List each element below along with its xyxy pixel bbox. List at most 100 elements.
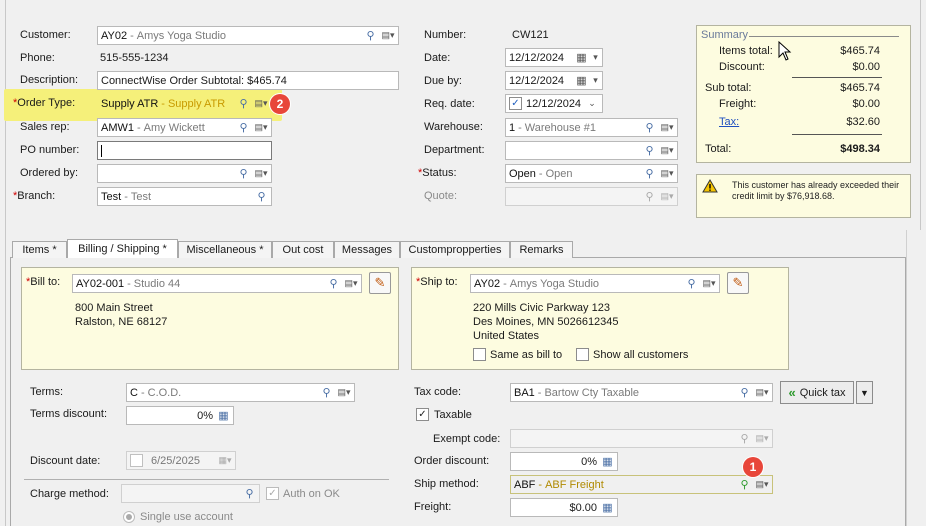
department-field[interactable]: ⚲ ▤▾ bbox=[505, 141, 678, 160]
tax-code-field[interactable]: BA1 - Bartow Cty Taxable ⚲ ▤▾ bbox=[510, 383, 773, 402]
exempt-code-field[interactable]: ⚲ ▤▾ bbox=[510, 429, 773, 448]
double-chevron-left-icon: « bbox=[788, 385, 796, 400]
items-total-value: $465.74 bbox=[840, 45, 880, 57]
items-total-label: Items total: bbox=[719, 45, 773, 57]
auth-on-ok-checkbox[interactable]: ✓ Auth on OK bbox=[266, 487, 340, 500]
terms-field[interactable]: C - C.O.D. ⚲ ▤▾ bbox=[126, 383, 355, 402]
search-icon[interactable]: ⚲ bbox=[737, 385, 752, 400]
customer-field[interactable]: AY02 - Amys Yoga Studio ⚲ ▤▾ bbox=[97, 26, 399, 45]
edit-bill-to-pencil-icon[interactable]: ✎ bbox=[369, 272, 391, 294]
chevron-down-icon[interactable]: ▾ bbox=[591, 50, 600, 65]
quote-field[interactable]: ⚲ ▤▾ bbox=[505, 187, 678, 206]
charge-method-label: Charge method: bbox=[30, 488, 109, 500]
menu-dropdown-icon[interactable]: ▤▾ bbox=[253, 96, 269, 111]
po-number-input[interactable] bbox=[97, 141, 272, 160]
search-icon[interactable]: ⚲ bbox=[642, 143, 657, 158]
branch-field[interactable]: Test - Test ⚲ bbox=[97, 187, 272, 206]
status-field[interactable]: Open - Open ⚲ ▤▾ bbox=[505, 164, 678, 183]
tab-miscellaneous[interactable]: Miscellaneous * bbox=[178, 241, 272, 258]
menu-dropdown-icon[interactable]: ▤▾ bbox=[701, 276, 717, 291]
description-value: ConnectWise Order Subtotal: $465.74 bbox=[101, 74, 287, 87]
req-date-checkbox[interactable]: ✓ bbox=[509, 97, 522, 110]
menu-dropdown-icon[interactable]: ▤▾ bbox=[754, 477, 770, 492]
discount-value: $0.00 bbox=[852, 61, 880, 73]
quick-tax-button[interactable]: « Quick tax bbox=[780, 381, 854, 404]
quick-tax-dropdown[interactable]: ▼ bbox=[856, 381, 873, 404]
search-icon[interactable]: ⚲ bbox=[319, 385, 334, 400]
tab-out-cost[interactable]: Out cost bbox=[272, 241, 334, 258]
taxable-checkbox[interactable]: ✓ Taxable bbox=[416, 408, 472, 421]
search-icon[interactable]: ⚲ bbox=[236, 166, 251, 181]
menu-dropdown-icon[interactable]: ▤▾ bbox=[253, 166, 269, 181]
req-date-label: Req. date: bbox=[424, 98, 475, 110]
sales-rep-field[interactable]: AMW1 - Amy Wickett ⚲ ▤▾ bbox=[97, 118, 272, 137]
warehouse-field[interactable]: 1 - Warehouse #1 ⚲ ▤▾ bbox=[505, 118, 678, 137]
warning-icon bbox=[702, 179, 718, 196]
tab-items[interactable]: Items * bbox=[12, 241, 67, 258]
freight-label: Freight: bbox=[414, 501, 452, 513]
same-as-bill-checkbox[interactable]: Same as bill to bbox=[473, 348, 562, 361]
order-type-code: Supply ATR bbox=[101, 97, 159, 110]
show-all-customers-checkbox[interactable]: Show all customers bbox=[576, 348, 688, 361]
search-icon[interactable]: ⚲ bbox=[684, 276, 699, 291]
tab-billing-shipping[interactable]: Billing / Shipping * bbox=[67, 239, 178, 258]
menu-dropdown-icon[interactable]: ▤▾ bbox=[336, 385, 352, 400]
menu-dropdown-icon[interactable]: ▤▾ bbox=[659, 166, 675, 181]
search-icon[interactable]: ⚲ bbox=[254, 189, 269, 204]
chevron-down-icon[interactable]: ⌄ bbox=[584, 96, 600, 111]
calculator-icon[interactable]: ▦ bbox=[600, 454, 615, 469]
calculator-icon[interactable]: ▦ bbox=[600, 500, 615, 515]
search-icon[interactable]: ⚲ bbox=[242, 486, 257, 501]
terms-label: Terms: bbox=[30, 386, 63, 398]
menu-dropdown-icon[interactable]: ▤▾ bbox=[343, 276, 359, 291]
number-label: Number: bbox=[424, 29, 467, 41]
menu-dropdown-icon[interactable]: ▤▾ bbox=[380, 28, 396, 43]
discount-date-field[interactable]: 6/25/2025 ▦▾ bbox=[126, 451, 236, 470]
total-value: $498.34 bbox=[840, 143, 880, 155]
sub-total-label: Sub total: bbox=[705, 82, 752, 94]
bill-to-field[interactable]: AY02-001 - Studio 44 ⚲ ▤▾ bbox=[72, 274, 362, 293]
vertical-scrollbar[interactable] bbox=[906, 230, 921, 526]
search-icon[interactable]: ⚲ bbox=[236, 96, 251, 111]
order-type-field[interactable]: Supply ATR - Supply ATR ⚲ ▤▾ bbox=[97, 94, 272, 113]
tax-code-label: Tax code: bbox=[414, 386, 462, 398]
department-label: Department: bbox=[424, 144, 485, 156]
edit-ship-to-pencil-icon[interactable]: ✎ bbox=[727, 272, 749, 294]
tab-remarks[interactable]: Remarks bbox=[510, 241, 573, 258]
menu-dropdown-icon[interactable]: ▤▾ bbox=[659, 120, 675, 135]
ship-to-field[interactable]: AY02 - Amys Yoga Studio ⚲ ▤▾ bbox=[470, 274, 720, 293]
ship-method-field[interactable]: ABF - ABF Freight ⚲ ▤▾ bbox=[510, 475, 773, 494]
search-icon[interactable]: ⚲ bbox=[236, 120, 251, 135]
description-field[interactable]: ConnectWise Order Subtotal: $465.74 bbox=[97, 71, 399, 90]
menu-dropdown-icon[interactable]: ▤▾ bbox=[253, 120, 269, 135]
req-date-field[interactable]: ✓ 12/12/2024 ⌄ bbox=[505, 94, 603, 113]
search-icon[interactable]: ⚲ bbox=[326, 276, 341, 291]
due-by-field[interactable]: 12/12/2024 ▦ ▾ bbox=[505, 71, 603, 90]
tax-link[interactable]: Tax: bbox=[719, 116, 739, 128]
search-icon[interactable]: ⚲ bbox=[642, 166, 657, 181]
search-icon[interactable]: ⚲ bbox=[642, 120, 657, 135]
terms-discount-field[interactable]: 0% ▦ bbox=[126, 406, 234, 425]
menu-dropdown-icon[interactable]: ▤▾ bbox=[754, 385, 770, 400]
date-field[interactable]: 12/12/2024 ▦ ▾ bbox=[505, 48, 603, 67]
ordered-by-field[interactable]: ⚲ ▤▾ bbox=[97, 164, 272, 183]
tab-messages[interactable]: Messages bbox=[334, 241, 400, 258]
calculator-icon[interactable]: ▦ bbox=[216, 408, 231, 423]
freight-field[interactable]: $0.00 ▦ bbox=[510, 498, 618, 517]
customer-label: Customer: bbox=[20, 29, 71, 41]
charge-method-field[interactable]: ⚲ bbox=[121, 484, 260, 503]
chevron-down-icon[interactable]: ▾ bbox=[591, 73, 600, 88]
tab-custompropperties[interactable]: Custompropperties bbox=[400, 241, 510, 258]
order-discount-field[interactable]: 0% ▦ bbox=[510, 452, 618, 471]
menu-dropdown-icon[interactable]: ▤▾ bbox=[659, 143, 675, 158]
discount-date-checkbox[interactable] bbox=[130, 454, 143, 467]
calendar-icon[interactable]: ▦ bbox=[574, 50, 589, 65]
warehouse-label: Warehouse: bbox=[424, 121, 483, 133]
credit-warning: This customer has already exceeded their… bbox=[696, 174, 911, 218]
search-icon[interactable]: ⚲ bbox=[363, 28, 378, 43]
warning-text: This customer has already exceeded their… bbox=[732, 180, 900, 201]
status-label: *Status: bbox=[418, 167, 457, 179]
single-use-radio[interactable]: Single use account bbox=[123, 511, 233, 523]
calendar-icon[interactable]: ▦ bbox=[574, 73, 589, 88]
search-icon[interactable]: ⚲ bbox=[737, 477, 752, 492]
